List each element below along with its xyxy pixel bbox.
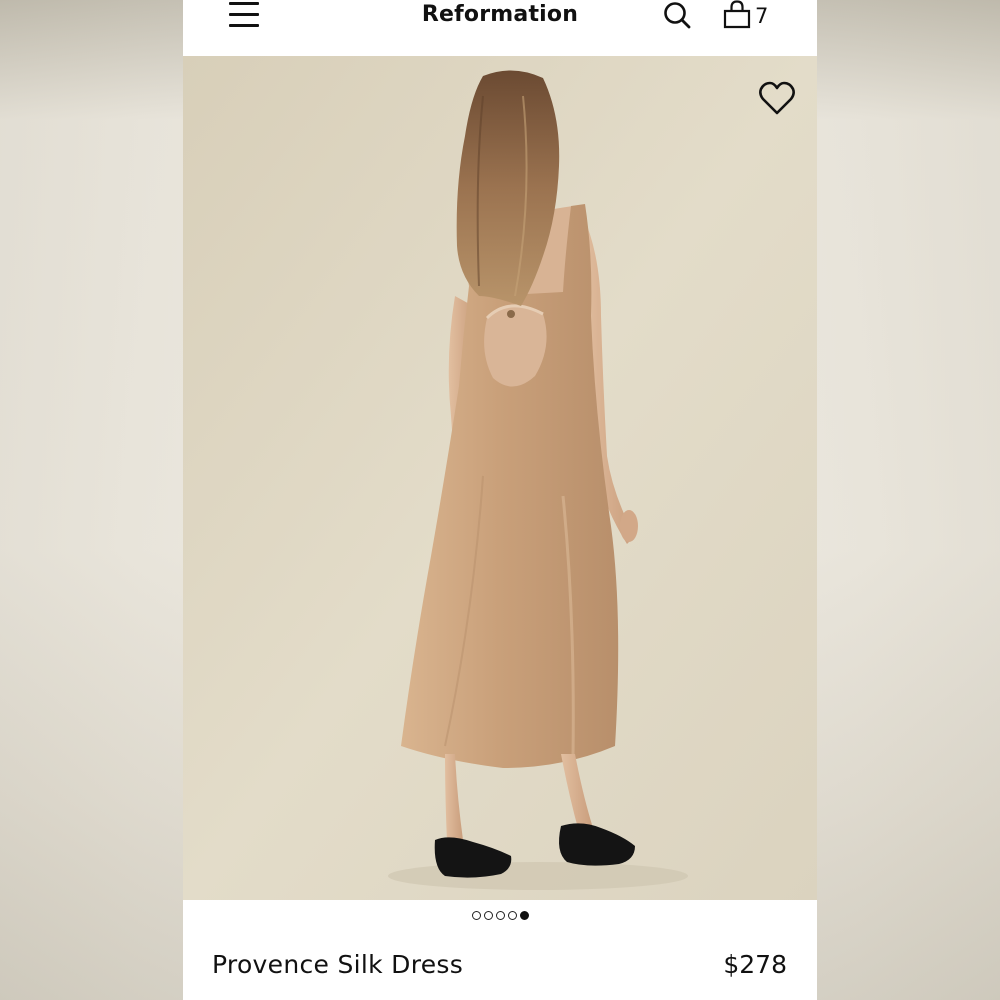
product-price: $278 bbox=[723, 950, 787, 979]
pagination-dot-2[interactable] bbox=[483, 911, 493, 920]
top-navigation-bar: Reformation 7 bbox=[183, 0, 817, 56]
pagination-dot-1[interactable] bbox=[471, 911, 481, 920]
search-icon[interactable] bbox=[661, 0, 695, 32]
product-image[interactable] bbox=[183, 56, 817, 900]
product-name: Provence Silk Dress bbox=[212, 950, 464, 979]
pagination-dot-4[interactable] bbox=[507, 911, 517, 920]
product-page: Reformation 7 Provence Silk Dress $278 bbox=[183, 0, 817, 1000]
pagination-dot-3[interactable] bbox=[495, 911, 505, 920]
image-pagination bbox=[183, 911, 817, 925]
background-blur-right bbox=[817, 0, 1000, 1000]
pagination-dot-5-active[interactable] bbox=[519, 911, 529, 920]
heart-outline-icon[interactable] bbox=[757, 80, 797, 118]
background-blur-left bbox=[0, 0, 183, 1000]
shopping-bag-icon[interactable] bbox=[721, 0, 753, 32]
bag-count-badge[interactable]: 7 bbox=[755, 4, 768, 28]
product-photo-illustration bbox=[183, 56, 817, 900]
